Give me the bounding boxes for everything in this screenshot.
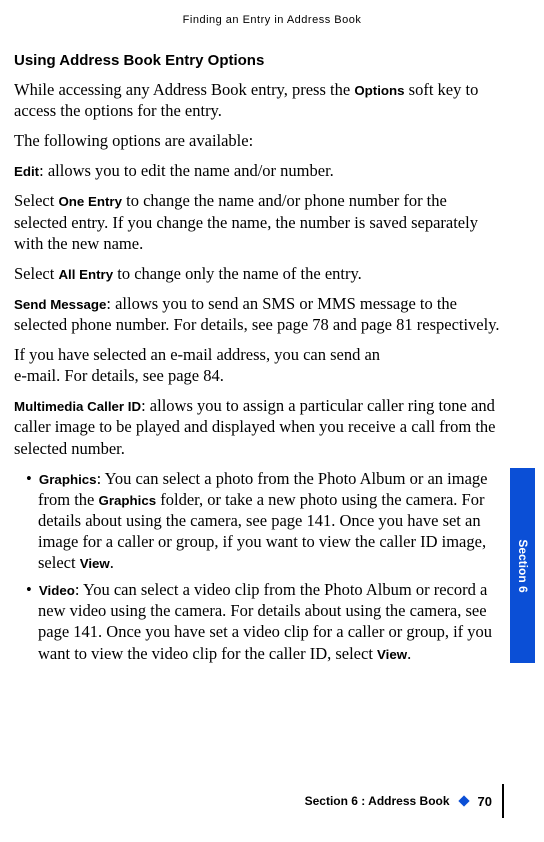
text: : allows you to edit the name and/or num… [39, 161, 334, 180]
paragraph-one-entry: Select One Entry to change the name and/… [14, 190, 504, 253]
text: . [110, 553, 114, 572]
text: Select [14, 264, 58, 283]
text: Select [14, 191, 58, 210]
footer-separator [502, 784, 504, 818]
text: to change only the name of the entry. [113, 264, 362, 283]
page-footer: Section 6 : Address Book 70 [305, 784, 504, 818]
text: e-mail. For details, see page 84. [14, 366, 224, 385]
bold-send-message: Send Message [14, 297, 106, 312]
text: : You can select a video clip from the P… [38, 580, 492, 662]
text: . [407, 644, 411, 663]
section-tab-label: Section 6 [516, 539, 530, 592]
diamond-icon [458, 795, 469, 806]
bold-one-entry: One Entry [58, 194, 122, 209]
text: While accessing any Address Book entry, … [14, 80, 354, 99]
bold-edit: Edit [14, 164, 39, 179]
section-tab: Section 6 [510, 468, 535, 663]
paragraph-send-message: Send Message: allows you to send an SMS … [14, 293, 504, 335]
paragraph-multimedia: Multimedia Caller ID: allows you to assi… [14, 395, 504, 458]
bold-options: Options [354, 83, 404, 98]
bold-all-entry: All Entry [58, 267, 113, 282]
footer-section-label: Section 6 : Address Book [305, 794, 468, 808]
footer-text: Section 6 : Address Book [305, 794, 450, 808]
page-content: Using Address Book Entry Options While a… [14, 52, 504, 782]
paragraph-all-entry: Select All Entry to change only the name… [14, 263, 504, 284]
bold-multimedia: Multimedia Caller ID [14, 399, 141, 414]
bold-graphics-folder: Graphics [98, 493, 156, 508]
paragraph-intro: While accessing any Address Book entry, … [14, 79, 504, 121]
page-number: 70 [478, 794, 492, 809]
paragraph-edit: Edit: allows you to edit the name and/or… [14, 160, 504, 181]
bold-graphics: Graphics [39, 472, 97, 487]
bullet-video: Video: You can select a video clip from … [14, 579, 504, 663]
paragraph-email: If you have selected an e-mail address, … [14, 344, 504, 365]
paragraph-email-2: e-mail. For details, see page 84. [14, 365, 504, 386]
bold-video: Video [39, 583, 75, 598]
paragraph-available: The following options are available: [14, 130, 504, 151]
section-heading: Using Address Book Entry Options [14, 52, 504, 69]
bold-view-2: View [377, 647, 407, 662]
running-header: Finding an Entry in Address Book [0, 14, 544, 26]
bullet-graphics: Graphics: You can select a photo from th… [14, 468, 504, 574]
bold-view-1: View [80, 556, 110, 571]
text: If you have selected an e-mail address, … [14, 345, 380, 364]
